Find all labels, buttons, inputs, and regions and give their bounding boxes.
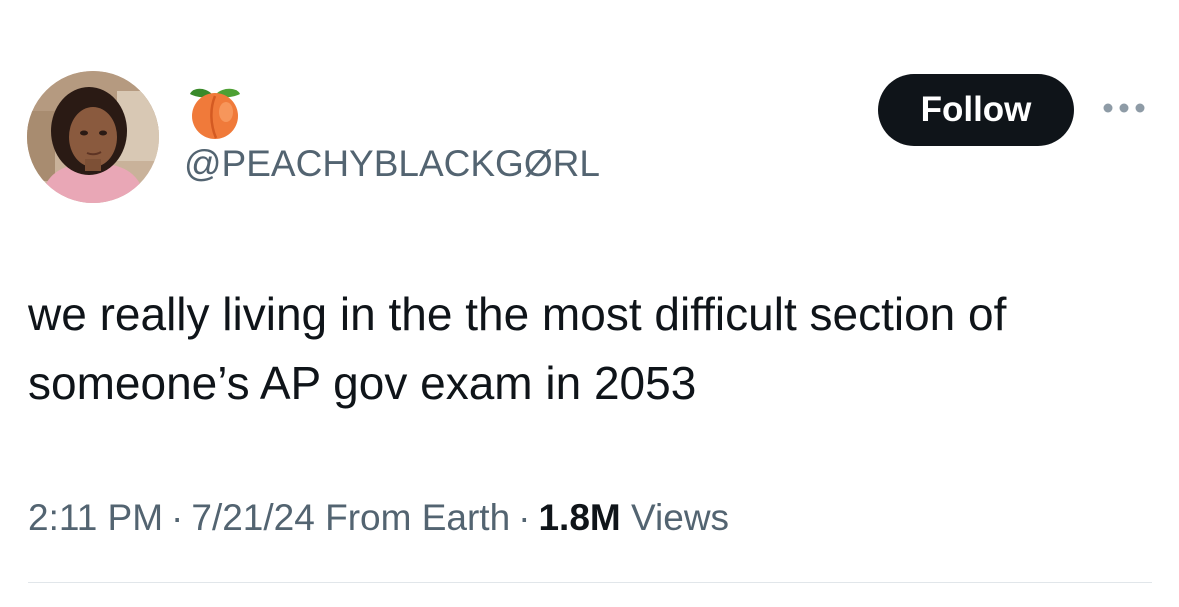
user-handle[interactable]: @PEACHYBLACKGØRL: [184, 142, 600, 186]
meta-separator: ·: [518, 497, 531, 538]
tweet: @PEACHYBLACKGØRL Follow we really living…: [0, 0, 1179, 607]
tweet-text: we really living in the the most difficu…: [28, 288, 1007, 409]
views-count[interactable]: 1.8M: [538, 497, 620, 538]
meta-separator: ·: [171, 497, 184, 538]
avatar-photo-icon: [27, 71, 159, 203]
views-label: Views: [631, 497, 730, 538]
divider: [28, 582, 1152, 583]
tweet-time[interactable]: 2:11 PM: [28, 497, 163, 538]
follow-button[interactable]: Follow: [878, 74, 1074, 146]
more-horizontal-icon[interactable]: [1101, 100, 1147, 116]
avatar[interactable]: [27, 71, 159, 203]
peach-emoji-icon: [186, 84, 244, 140]
tweet-date[interactable]: 7/21/24: [191, 497, 314, 538]
tweet-source: From Earth: [325, 497, 511, 538]
tweet-meta: 2:11 PM · 7/21/24 From Earth · 1.8M Views: [28, 493, 729, 543]
